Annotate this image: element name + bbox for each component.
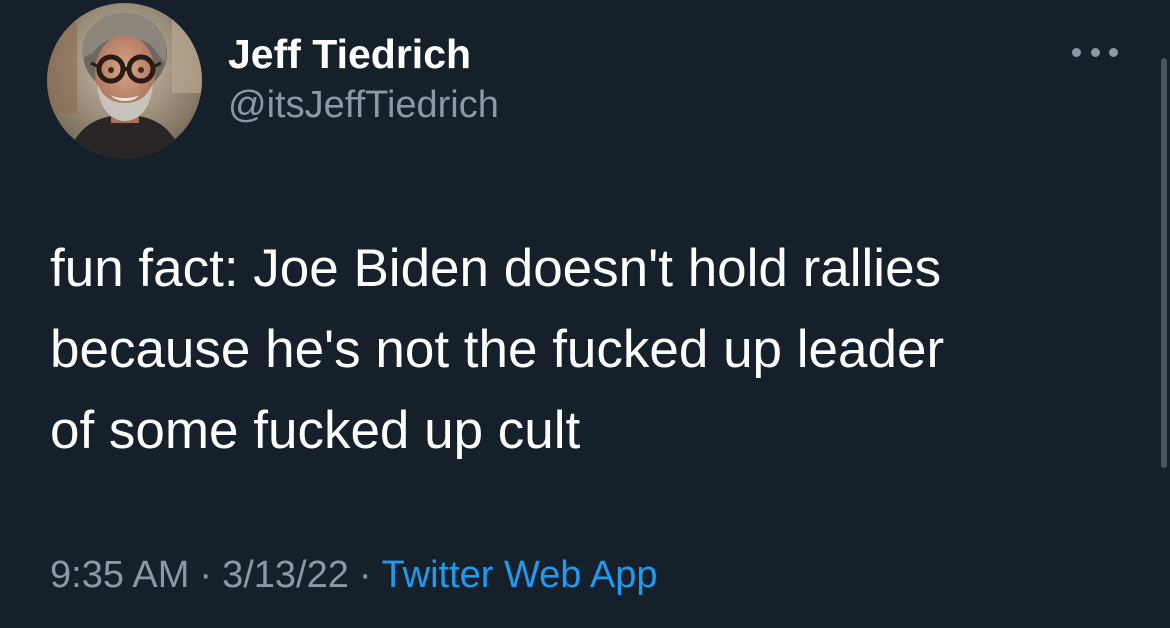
more-horizontal-icon-dot — [1109, 47, 1118, 57]
tweet-source-link[interactable]: Twitter Web App — [382, 554, 658, 596]
scrollbar-thumb[interactable] — [1161, 58, 1167, 468]
author-avatar[interactable] — [47, 3, 202, 158]
more-options-button[interactable] — [1068, 35, 1122, 69]
avatar-image — [47, 3, 202, 158]
tweet-text: fun fact: Joe Biden doesn't hold rallies… — [50, 228, 1140, 471]
author-info: Jeff Tiedrich @itsJeffTiedrich — [228, 28, 499, 130]
more-horizontal-icon — [1072, 47, 1081, 57]
author-display-name[interactable]: Jeff Tiedrich — [228, 28, 499, 80]
tweet-date[interactable]: 3/13/22 — [222, 554, 349, 596]
tweet-text-line: fun fact: Joe Biden doesn't hold rallies — [50, 239, 942, 298]
tweet-card: Jeff Tiedrich @itsJeffTiedrich fun fact:… — [0, 0, 1170, 628]
tweet-time[interactable]: 9:35 AM — [50, 554, 189, 596]
author-handle[interactable]: @itsJeffTiedrich — [228, 80, 499, 130]
meta-separator: · — [358, 554, 372, 596]
meta-separator: · — [199, 554, 213, 596]
tweet-text-line: of some fucked up cult — [50, 401, 581, 460]
tweet-text-line: because he's not the fucked up leader — [50, 320, 945, 379]
tweet-metadata: 9:35 AM · 3/13/22 · Twitter Web App — [50, 550, 658, 600]
more-horizontal-icon-dot — [1090, 47, 1100, 57]
